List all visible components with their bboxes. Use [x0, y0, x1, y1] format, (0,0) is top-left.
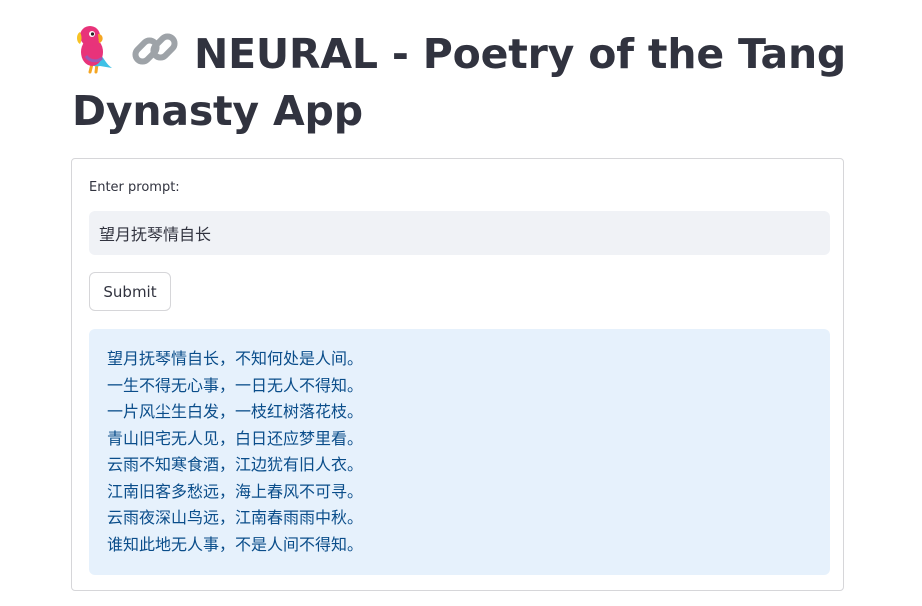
poem-output: 望月抚琴情自长，不知何处是人间。 一生不得无心事，一日无人不得知。 一片风尘生白… [89, 329, 830, 575]
link-icon [130, 24, 180, 74]
submit-button[interactable]: Submit [89, 272, 171, 311]
parrot-icon [72, 24, 116, 74]
poem-line: 云雨不知寒食酒，江边犹有旧人衣。 [107, 455, 364, 474]
poem-line: 望月抚琴情自长，不知何处是人间。 [107, 349, 364, 368]
poem-line: 江南旧客多愁远，海上春风不可寻。 [107, 481, 364, 501]
poem-line: 谁知此地无人事，不是人间不得知。 [107, 534, 364, 554]
poem-line: 一片风尘生白发，一枝红树落花枝。 [107, 402, 364, 421]
prompt-form: Enter prompt: Submit 望月抚琴情自长，不知何处是人间。 一生… [71, 158, 844, 591]
poem-line: 一生不得无心事，一日无人不得知。 [107, 375, 364, 395]
page-title-text: NEURAL - Poetry of the Tang Dynasty App [72, 30, 847, 135]
prompt-label: Enter prompt: [89, 180, 180, 195]
page-title: NEURAL - Poetry of the Tang Dynasty App [72, 24, 872, 140]
poem-line: 青山旧宅无人见，白日还应梦里看。 [107, 428, 364, 448]
app-root: NEURAL - Poetry of the Tang Dynasty App … [0, 0, 922, 606]
prompt-input[interactable] [89, 211, 830, 255]
poem-line: 云雨夜深山鸟远，江南春雨雨中秋。 [107, 508, 364, 527]
